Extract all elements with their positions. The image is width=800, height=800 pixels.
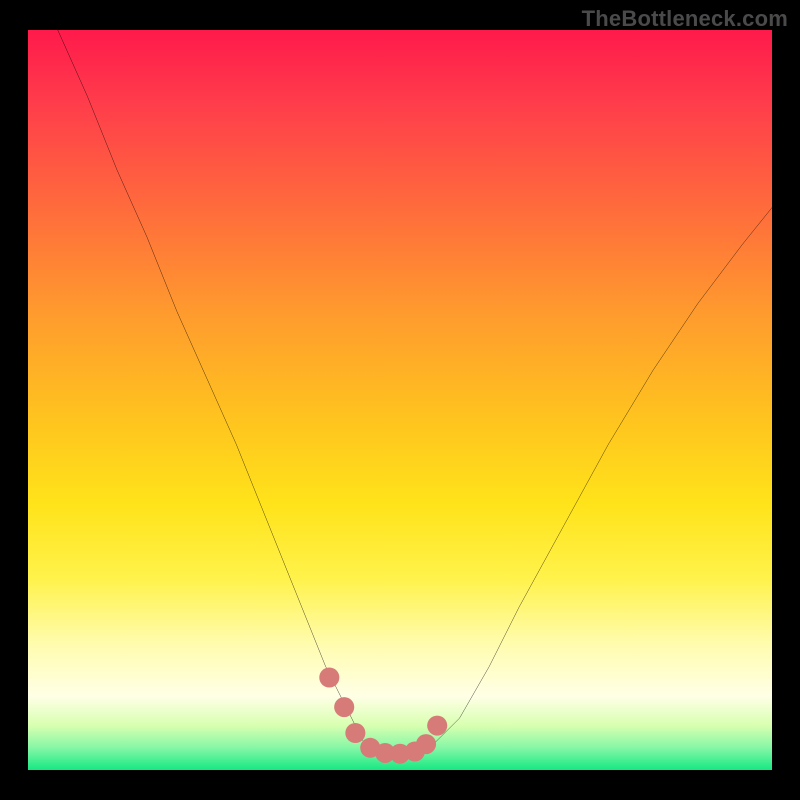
marker-dot: [427, 716, 447, 736]
chart-root: TheBottleneck.com: [0, 0, 800, 800]
marker-dot: [345, 723, 365, 743]
marker-dot: [334, 697, 354, 717]
plot-area: [28, 30, 772, 770]
chart-svg: [28, 30, 772, 770]
marker-dot: [319, 668, 339, 688]
marker-dot: [416, 734, 436, 754]
bottleneck-curve-path: [58, 30, 772, 755]
watermark-text: TheBottleneck.com: [582, 6, 788, 32]
marker-group: [319, 668, 447, 764]
